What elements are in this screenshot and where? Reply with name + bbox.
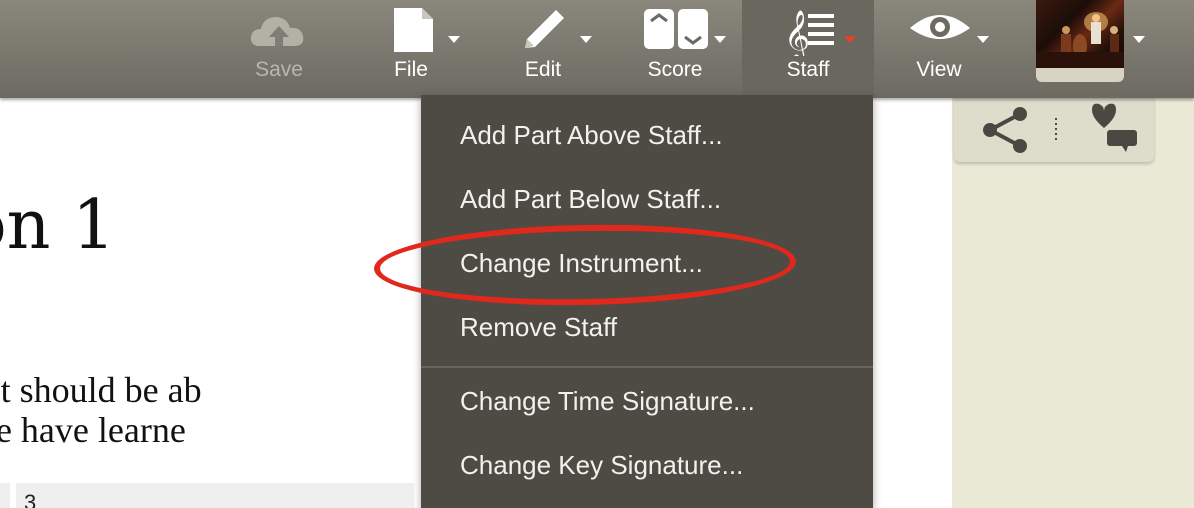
- cloud-upload-icon: [250, 17, 304, 46]
- menu-item-remove-staff[interactable]: Remove Staff: [460, 307, 617, 347]
- chevron-down-icon[interactable]: [1133, 36, 1145, 43]
- page-title: sition 1: [0, 186, 116, 265]
- share-icon[interactable]: [983, 107, 1027, 153]
- score-book-icon: [644, 9, 708, 49]
- save-label: Save: [255, 58, 303, 81]
- edit-menu-button[interactable]: Edit: [488, 0, 598, 98]
- svg-text:𝄞: 𝄞: [784, 10, 810, 56]
- eye-icon: [910, 15, 970, 39]
- chevron-down-icon: [714, 36, 726, 43]
- table-cell: 3: [16, 483, 414, 508]
- file-menu-button[interactable]: File: [356, 0, 466, 98]
- text-line: hape that we have learne: [0, 410, 186, 450]
- staff-label: Staff: [786, 58, 830, 81]
- menu-item-change-key-signature[interactable]: Change Key Signature...: [460, 445, 743, 485]
- avatar: [1036, 0, 1124, 68]
- chevron-down-icon: [977, 36, 989, 43]
- social-actions: [983, 103, 1137, 153]
- menu-divider: [421, 366, 873, 368]
- file-icon: [394, 8, 433, 52]
- view-menu-button[interactable]: View: [884, 0, 994, 98]
- chevron-down-icon: [448, 36, 460, 43]
- chevron-down-icon: [580, 36, 592, 43]
- table-cell: [0, 483, 10, 508]
- measure-number: 3: [24, 490, 37, 508]
- score-label: Score: [647, 58, 703, 81]
- text-line: le melody. It should be ab: [0, 370, 202, 410]
- view-label: View: [916, 58, 962, 81]
- social-card: [954, 98, 1154, 162]
- favorite-comment-icon[interactable]: [1092, 103, 1137, 152]
- staff-menu-button[interactable]: 𝄞 Staff: [742, 0, 874, 98]
- score-menu-button[interactable]: Score: [620, 0, 730, 98]
- band-photo: [1036, 12, 1124, 68]
- chevron-down-icon: [844, 36, 856, 43]
- side-panel: [952, 98, 1194, 508]
- treble-clef-staff-icon: 𝄞: [784, 10, 834, 56]
- pencil-icon: [525, 10, 564, 48]
- menu-item-change-time-signature[interactable]: Change Time Signature...: [460, 381, 755, 421]
- document-text: le melody. It should be ab hape that we …: [0, 370, 202, 450]
- menu-item-add-part-above-staff[interactable]: Add Part Above Staff...: [460, 115, 723, 155]
- menu-item-add-part-below-staff[interactable]: Add Part Below Staff...: [460, 179, 721, 219]
- file-label: File: [394, 58, 428, 81]
- main-toolbar: Save File Edit Score 𝄞 Staff View: [0, 0, 1194, 98]
- edit-label: Edit: [524, 58, 562, 81]
- user-avatar-button[interactable]: [1036, 0, 1124, 82]
- save-button[interactable]: Save: [224, 0, 334, 98]
